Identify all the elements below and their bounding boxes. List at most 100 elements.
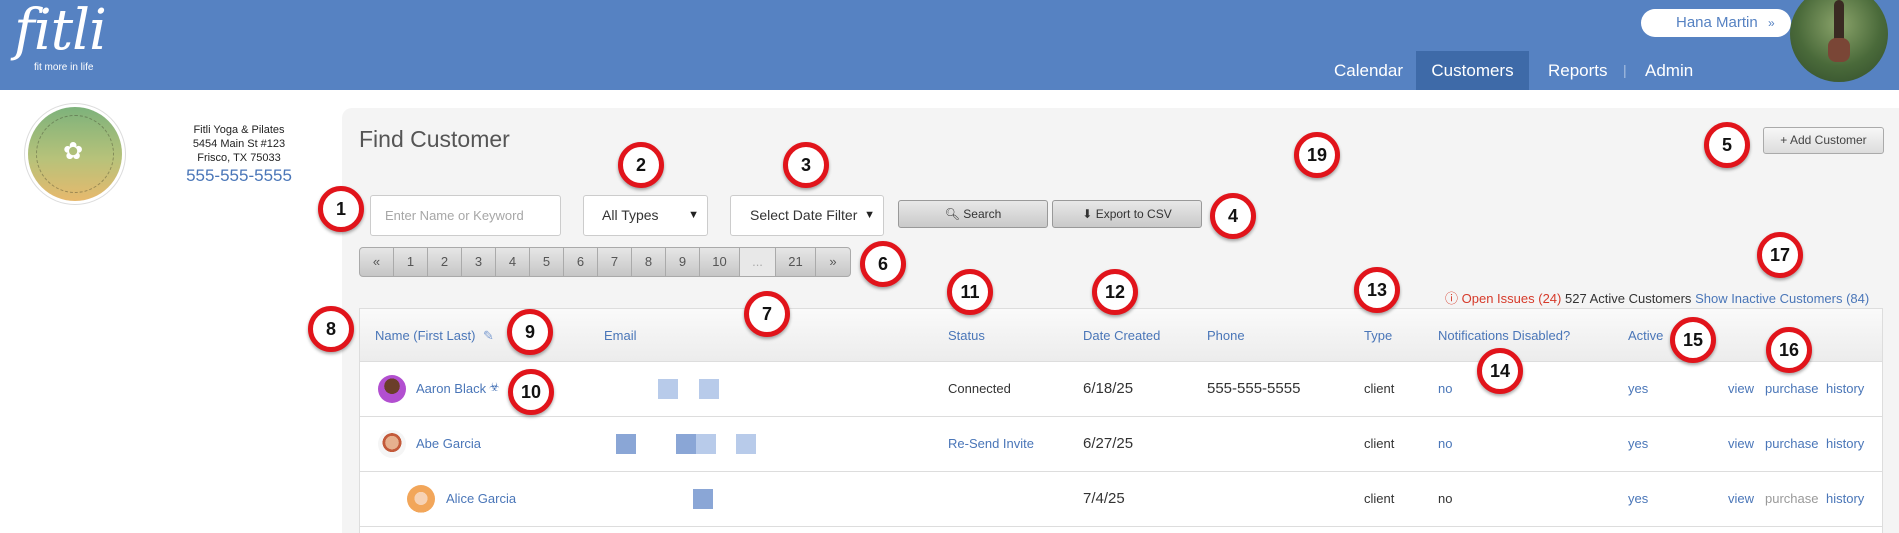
show-inactive-link[interactable]: Show Inactive Customers (84) xyxy=(1695,291,1869,306)
date-created: 6/27/25 xyxy=(1083,435,1134,452)
callout-badge: 9 xyxy=(507,309,553,355)
callout-badge: 15 xyxy=(1670,317,1716,363)
notifications-toggle[interactable]: no xyxy=(1438,362,1452,416)
page-7[interactable]: 7 xyxy=(598,248,632,276)
date-created: 7/4/25 xyxy=(1083,490,1125,507)
history-link[interactable]: history xyxy=(1826,472,1864,526)
col-active-header[interactable]: Active xyxy=(1628,309,1663,363)
callout-badge: 4 xyxy=(1210,193,1256,239)
notifications-toggle[interactable]: no xyxy=(1438,417,1452,471)
callout-badge: 8 xyxy=(308,306,354,352)
customer-type: client xyxy=(1364,436,1395,451)
nav-reports[interactable]: Reports xyxy=(1548,51,1608,90)
customer-type: client xyxy=(1364,381,1395,396)
open-issues-link[interactable]: ⓘ Open Issues (24) xyxy=(1445,291,1561,306)
studio-address-line1: 5454 Main St #123 xyxy=(192,138,286,150)
page-9[interactable]: 9 xyxy=(666,248,700,276)
view-link[interactable]: view xyxy=(1728,472,1754,526)
callout-badge: 10 xyxy=(508,369,554,415)
nav-admin[interactable]: Admin xyxy=(1645,51,1693,90)
nav-calendar[interactable]: Calendar xyxy=(1334,51,1403,90)
add-customer-button[interactable]: + Add Customer xyxy=(1763,127,1884,154)
customer-summary: ⓘ Open Issues (24) 527 Active Customers … xyxy=(1445,288,1869,307)
callout-badge: 16 xyxy=(1766,327,1812,373)
chevron-down-icon: ▼ xyxy=(864,209,875,221)
col-type-header[interactable]: Type xyxy=(1364,309,1392,363)
callout-badge: 5 xyxy=(1704,122,1750,168)
purchase-link: purchase xyxy=(1765,491,1819,506)
status-text: Connected xyxy=(948,381,1011,396)
page-1[interactable]: 1 xyxy=(394,248,428,276)
lotus-icon: ✿ xyxy=(63,138,84,165)
page-10[interactable]: 10 xyxy=(700,248,740,276)
logo-wordmark: fitli xyxy=(14,0,107,63)
birthday-cake-icon: ☣ xyxy=(489,380,500,394)
col-date-header[interactable]: Date Created xyxy=(1083,309,1160,363)
studio-logo: ✿ xyxy=(28,107,122,201)
table-header: Name (First Last) ✎ Email Status Date Cr… xyxy=(359,308,1883,362)
customer-type: client xyxy=(1364,491,1395,506)
email-redaction xyxy=(693,489,713,509)
col-name-header[interactable]: Name (First Last) xyxy=(375,309,475,363)
page-title: Find Customer xyxy=(359,126,510,152)
page-21[interactable]: 21 xyxy=(776,248,816,276)
export-csv-button[interactable]: ⬇ Export to CSV xyxy=(1052,200,1202,228)
nav-customers[interactable]: Customers xyxy=(1416,51,1529,90)
history-link[interactable]: history xyxy=(1826,417,1864,471)
resend-invite-link[interactable]: Re-Send Invite xyxy=(948,417,1034,471)
email-redaction xyxy=(616,434,636,454)
user-avatar[interactable] xyxy=(1790,0,1888,82)
customer-name-link[interactable]: Alice Garcia xyxy=(446,472,516,526)
pencil-icon[interactable]: ✎ xyxy=(483,309,494,363)
date-filter-select[interactable]: Select Date Filter ▼ xyxy=(730,195,884,236)
page-next[interactable]: » xyxy=(816,248,850,276)
chevron-down-icon: » xyxy=(1768,16,1775,30)
view-link[interactable]: view xyxy=(1728,362,1754,416)
export-button-label: Export to CSV xyxy=(1095,207,1172,221)
page-3[interactable]: 3 xyxy=(462,248,496,276)
callout-badge: 12 xyxy=(1092,269,1138,315)
page-8[interactable]: 8 xyxy=(632,248,666,276)
callout-badge: 19 xyxy=(1294,132,1340,178)
col-phone-header[interactable]: Phone xyxy=(1207,309,1245,363)
callout-badge: 3 xyxy=(783,142,829,188)
avatar xyxy=(378,375,406,403)
search-input[interactable]: Enter Name or Keyword xyxy=(370,195,561,236)
page-prev[interactable]: « xyxy=(360,248,394,276)
download-icon: ⬇ xyxy=(1082,207,1093,221)
studio-address: Fitli Yoga & Pilates 5454 Main St #123 F… xyxy=(168,123,310,165)
active-customers-count: 527 Active Customers xyxy=(1564,291,1692,306)
search-button[interactable]: 🔍︎ Search xyxy=(898,200,1048,228)
page-6[interactable]: 6 xyxy=(564,248,598,276)
view-link[interactable]: view xyxy=(1728,417,1754,471)
page-5[interactable]: 5 xyxy=(530,248,564,276)
user-menu-button[interactable]: Hana Martin » xyxy=(1641,9,1791,37)
table-row: Alice Garcia 7/4/25 client no yes view p… xyxy=(359,472,1883,527)
customer-table: Name (First Last) ✎ Email Status Date Cr… xyxy=(359,308,1883,533)
type-select[interactable]: All Types ▼ xyxy=(583,195,708,236)
customer-name-link[interactable]: Aaron Black xyxy=(416,362,486,416)
studio-phone[interactable]: 555-555-5555 xyxy=(168,166,310,186)
date-select-value: Select Date Filter xyxy=(750,207,858,223)
page-4[interactable]: 4 xyxy=(496,248,530,276)
logo-tagline: fit more in life xyxy=(34,62,94,73)
col-email-header[interactable]: Email xyxy=(604,309,637,363)
fitli-logo[interactable]: fitli fit more in life xyxy=(14,0,107,74)
callout-badge: 11 xyxy=(947,269,993,315)
customer-name-link[interactable]: Abe Garcia xyxy=(416,417,481,471)
user-name: Hana Martin xyxy=(1676,14,1758,31)
active-toggle[interactable]: yes xyxy=(1628,417,1648,471)
purchase-link[interactable]: purchase xyxy=(1765,417,1818,471)
pagination: « 1 2 3 4 5 6 7 8 9 10 ... 21 » xyxy=(359,247,851,277)
active-toggle[interactable]: yes xyxy=(1628,362,1648,416)
table-row-partial xyxy=(359,527,1883,533)
top-nav-bar: fitli fit more in life Hana Martin » Cal… xyxy=(0,0,1899,90)
history-link[interactable]: history xyxy=(1826,362,1864,416)
active-toggle[interactable]: yes xyxy=(1628,472,1648,526)
chevron-down-icon: ▼ xyxy=(688,209,699,221)
studio-name: Fitli Yoga & Pilates xyxy=(193,124,285,136)
page-2[interactable]: 2 xyxy=(428,248,462,276)
col-status-header[interactable]: Status xyxy=(948,309,985,363)
type-select-value: All Types xyxy=(602,207,659,223)
notifications-value: no xyxy=(1438,491,1453,506)
